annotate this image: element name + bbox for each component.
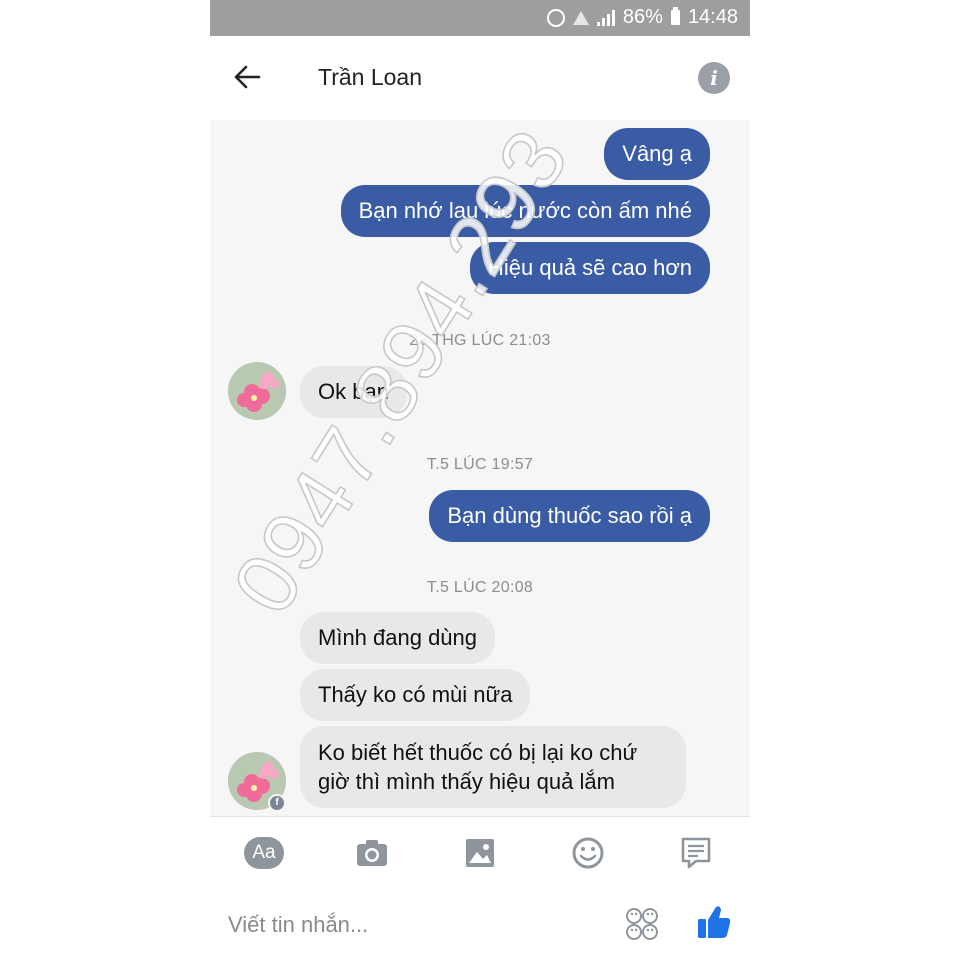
clock: 14:48 [687, 6, 738, 28]
message-outgoing: Bạn nhớ lau lúc nước còn ấm nhé [340, 185, 710, 237]
messenger-badge-icon: f [268, 794, 286, 812]
messenger-screen: 86% 14:48 Trần Loan i Vâng ạ Bạn nhớ lau… [210, 0, 750, 960]
flower-avatar-image [228, 362, 286, 420]
message-incoming: Ok bạn [300, 366, 407, 418]
info-icon[interactable]: i [698, 62, 730, 94]
message-outgoing: Bạn dùng thuốc sao rồi ạ [429, 490, 710, 542]
timestamp: 23 THG LÚC 21:03 [409, 332, 551, 349]
image-icon[interactable] [460, 835, 500, 871]
message-incoming: Ko biết hết thuốc có bị lại ko chứ giờ t… [300, 726, 686, 808]
battery-percent: 86% [622, 6, 663, 28]
sticker-icon[interactable] [676, 835, 716, 871]
camera-icon[interactable] [352, 835, 392, 871]
alarm-icon [546, 8, 565, 27]
message-incoming: Mình đang dùng [300, 612, 496, 664]
status-bar: 86% 14:48 [210, 0, 750, 36]
emoji-faces-icon[interactable] [624, 906, 660, 942]
emoji-icon[interactable] [568, 835, 608, 871]
timestamp: T.5 LÚC 19:57 [426, 456, 534, 473]
message-outgoing: Vâng ạ [604, 128, 710, 180]
message-list[interactable]: Vâng ạ Bạn nhớ lau lúc nước còn ấm nhé H… [210, 120, 750, 816]
battery-icon [670, 7, 680, 25]
signal-icon [596, 9, 615, 26]
message-input[interactable]: Viết tin nhắn... [228, 912, 368, 938]
message-incoming: Thấy ko có mùi nữa [300, 669, 531, 721]
avatar[interactable] [228, 362, 286, 420]
contact-name[interactable]: Trần Loan [318, 64, 422, 91]
message-outgoing: Hiệu quả sẽ cao hơn [469, 242, 710, 294]
message-composer: Viết tin nhắn... [210, 888, 750, 960]
timestamp: T.5 LÚC 20:08 [426, 579, 534, 596]
wifi-icon [572, 10, 589, 25]
thumbs-up-icon[interactable] [694, 902, 734, 942]
arrow-left-icon[interactable] [232, 62, 262, 92]
conversation-header: Trần Loan i [210, 36, 750, 120]
composer-toolbar: Aa [210, 816, 750, 889]
text-icon[interactable]: Aa [244, 837, 284, 869]
